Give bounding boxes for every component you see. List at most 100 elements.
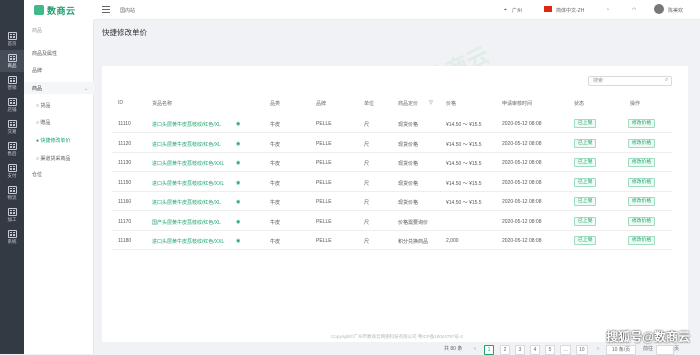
eye-icon[interactable]: ◉ <box>236 180 240 186</box>
cell-cat: 牛皮 <box>270 122 281 128</box>
subnav-item-quick-price[interactable]: ● 快捷修改单价 <box>36 137 70 144</box>
rail-label: 交易 <box>7 128 17 134</box>
th-brand: 品牌 <box>316 101 327 107</box>
cell-unit: 尺 <box>364 141 370 148</box>
cell-time: 2020-05-12 08:08 <box>502 160 542 166</box>
cell-name[interactable]: 国产头层黄牛皮荔枝纹/红色/XL <box>152 219 221 226</box>
cell-name[interactable]: 进口头层黄牛皮荔枝纹/红色/XXL <box>152 160 224 167</box>
cell-name[interactable]: 进口头层黄牛皮荔枝纹/红色/XXL <box>152 180 224 187</box>
rail-item-4[interactable]: 交易 <box>0 116 24 138</box>
search-icon[interactable]: ⌕ <box>665 77 668 84</box>
table-row: 11120 进口头层黄牛皮荔枝纹/红色/XL ◉ 牛皮 PELLE 尺 现货价格 ¥14.50… <box>112 134 672 153</box>
cell-unit: 尺 <box>364 161 370 167</box>
rail-label: 加工 <box>7 216 17 222</box>
cell-brand: PELLE <box>316 160 332 166</box>
edit-price-button[interactable]: 修改价格 <box>628 119 656 128</box>
cell-brand: PELLE <box>316 121 332 127</box>
rail-item-6[interactable]: 支付 <box>0 160 24 182</box>
rail-item-5[interactable]: 售后 <box>0 138 24 160</box>
topbar-site[interactable]: 国内站 <box>120 7 135 14</box>
rail-item-1[interactable]: 商品 <box>0 50 24 72</box>
table-row: 11130 进口头层黄牛皮荔枝纹/红色/XXL ◉ 牛皮 PELLE 尺 现货价格 ¥14.5… <box>112 153 672 172</box>
left-rail: 首页商品 营销 店铺交易售后支付 物流加工系统 <box>0 0 24 354</box>
eye-icon[interactable]: ◉ <box>236 160 240 166</box>
eye-icon[interactable]: ◉ <box>236 141 240 147</box>
cell-time: 2020-05-12 08:08 <box>502 199 542 205</box>
bell-icon[interactable]: ◔ <box>606 7 609 13</box>
user-name[interactable]: 陈美欢 <box>668 7 683 14</box>
sub-navigation: 商品 商品及属性 品牌 商品 ⌄ ○ 货品 ○ 赠品 ● 快捷修改单价 ○ 渠道… <box>24 20 94 354</box>
status-badge: 已上架 <box>574 197 597 206</box>
top-bar: 国内站 ⌖ 广州 简体中文-ZH ◔ ◠ 陈美欢 <box>94 0 700 20</box>
edit-price-button[interactable]: 修改价格 <box>628 138 656 148</box>
status-badge: 已上架 <box>574 138 597 148</box>
filter-icon[interactable]: ▽ <box>429 100 433 106</box>
cell-brand: PELLE <box>316 199 332 205</box>
eye-icon[interactable]: ◉ <box>236 199 240 205</box>
subnav-item-brand[interactable]: 品牌 <box>32 67 42 74</box>
rail-icon <box>7 53 17 62</box>
rail-item-9[interactable]: 系统 <box>0 226 24 248</box>
cell-name[interactable]: 进口头层黄牛皮荔枝纹/红色/XXL <box>152 238 224 245</box>
rail-label: 售后 <box>7 150 17 156</box>
rail-item-7[interactable]: 物流 <box>0 182 24 204</box>
subnav-item-goods[interactable]: 商品 <box>32 85 42 92</box>
main-content: 快捷修改单价 数商云 数商云 数商云 数商云 搜索 ⌕ ID 货品名称 品类 品… <box>94 20 700 355</box>
edit-price-button[interactable]: 修改价格 <box>628 158 656 167</box>
subnav-item-warehouse[interactable]: 仓位 <box>32 171 42 178</box>
th-name: 货品名称 <box>152 101 173 107</box>
th-id: ID <box>118 100 123 106</box>
rail-icon <box>7 185 17 194</box>
cell-unit: 尺 <box>364 180 370 187</box>
language-select[interactable]: 简体中文-ZH <box>556 7 584 14</box>
subnav-item-channel[interactable]: ○ 渠道货采商品 <box>36 155 70 162</box>
edit-price-button[interactable]: 修改价格 <box>628 236 656 245</box>
cell-id: 11130 <box>118 160 132 166</box>
rail-item-2[interactable]: 营销 <box>0 72 24 94</box>
menu-icon[interactable] <box>102 6 110 13</box>
cell-name[interactable]: 进口头层黄牛皮荔枝纹/红色/XL <box>152 141 221 148</box>
logo-icon <box>34 5 44 15</box>
status-badge: 已上架 <box>574 158 597 167</box>
cell-id: 11160 <box>118 199 132 205</box>
rail-icon <box>7 31 17 40</box>
edit-price-button[interactable]: 修改价格 <box>628 177 656 187</box>
th-price: 价格 <box>446 101 457 107</box>
table-row: 11170 国产头层黄牛皮荔枝纹/红色/XL ◉ 牛皮 PELLE 尺 价格需要询价 2020… <box>112 212 672 231</box>
edit-price-button[interactable]: 修改价格 <box>628 216 656 226</box>
city-select[interactable]: 广州 <box>512 7 522 14</box>
subnav-item-gifts[interactable]: ○ 赠品 <box>36 119 50 126</box>
cell-time: 2020-05-12 08:08 <box>502 121 542 127</box>
search-input[interactable]: 搜索 <box>588 76 672 86</box>
rail-item-8[interactable]: 加工 <box>0 204 24 226</box>
chevron-down-icon: ⌄ <box>84 86 89 92</box>
rail-label: 首页 <box>7 40 17 46</box>
cell-brand: PELLE <box>316 218 332 225</box>
cell-name[interactable]: 进口头层黄牛皮荔枝纹/红色/XL <box>152 199 221 206</box>
cell-cat: 牛皮 <box>270 219 281 226</box>
cell-time: 2020-05-12 08:08 <box>502 179 542 186</box>
rail-item-0[interactable]: 首页 <box>0 28 24 50</box>
cell-price: ¥14.50 ～ ¥15.5 <box>446 141 482 148</box>
headset-icon[interactable]: ◠ <box>632 7 636 13</box>
edit-price-button[interactable]: 修改价格 <box>628 197 656 206</box>
eye-icon[interactable]: ◉ <box>236 238 240 244</box>
cell-name[interactable]: 进口头层黄牛皮荔枝纹/红色/XL <box>152 121 221 128</box>
cell-brand: PELLE <box>316 140 332 147</box>
avatar[interactable] <box>654 4 664 14</box>
cell-price: ¥14.50 ～ ¥15.5 <box>446 161 482 167</box>
rail-label: 系统 <box>7 238 17 244</box>
cell-pricing: 现货价格 <box>398 200 419 206</box>
subnav-item-products[interactable]: ○ 货品 <box>36 102 50 109</box>
subnav-item-attributes[interactable]: 商品及属性 <box>32 50 57 57</box>
page-title: 快捷修改单价 <box>102 28 147 37</box>
flag-icon <box>544 6 552 12</box>
eye-icon[interactable]: ◉ <box>236 219 240 225</box>
cell-unit: 尺 <box>364 122 370 128</box>
rail-item-3[interactable]: 店铺 <box>0 94 24 116</box>
logo: 数商云 <box>24 0 94 20</box>
rail-icon <box>7 119 17 128</box>
cell-unit: 尺 <box>364 239 370 245</box>
eye-icon[interactable]: ◉ <box>236 121 240 127</box>
table-row: 11110 进口头层黄牛皮荔枝纹/红色/XL ◉ 牛皮 PELLE 尺 现货价格 ¥14.50… <box>112 114 672 133</box>
